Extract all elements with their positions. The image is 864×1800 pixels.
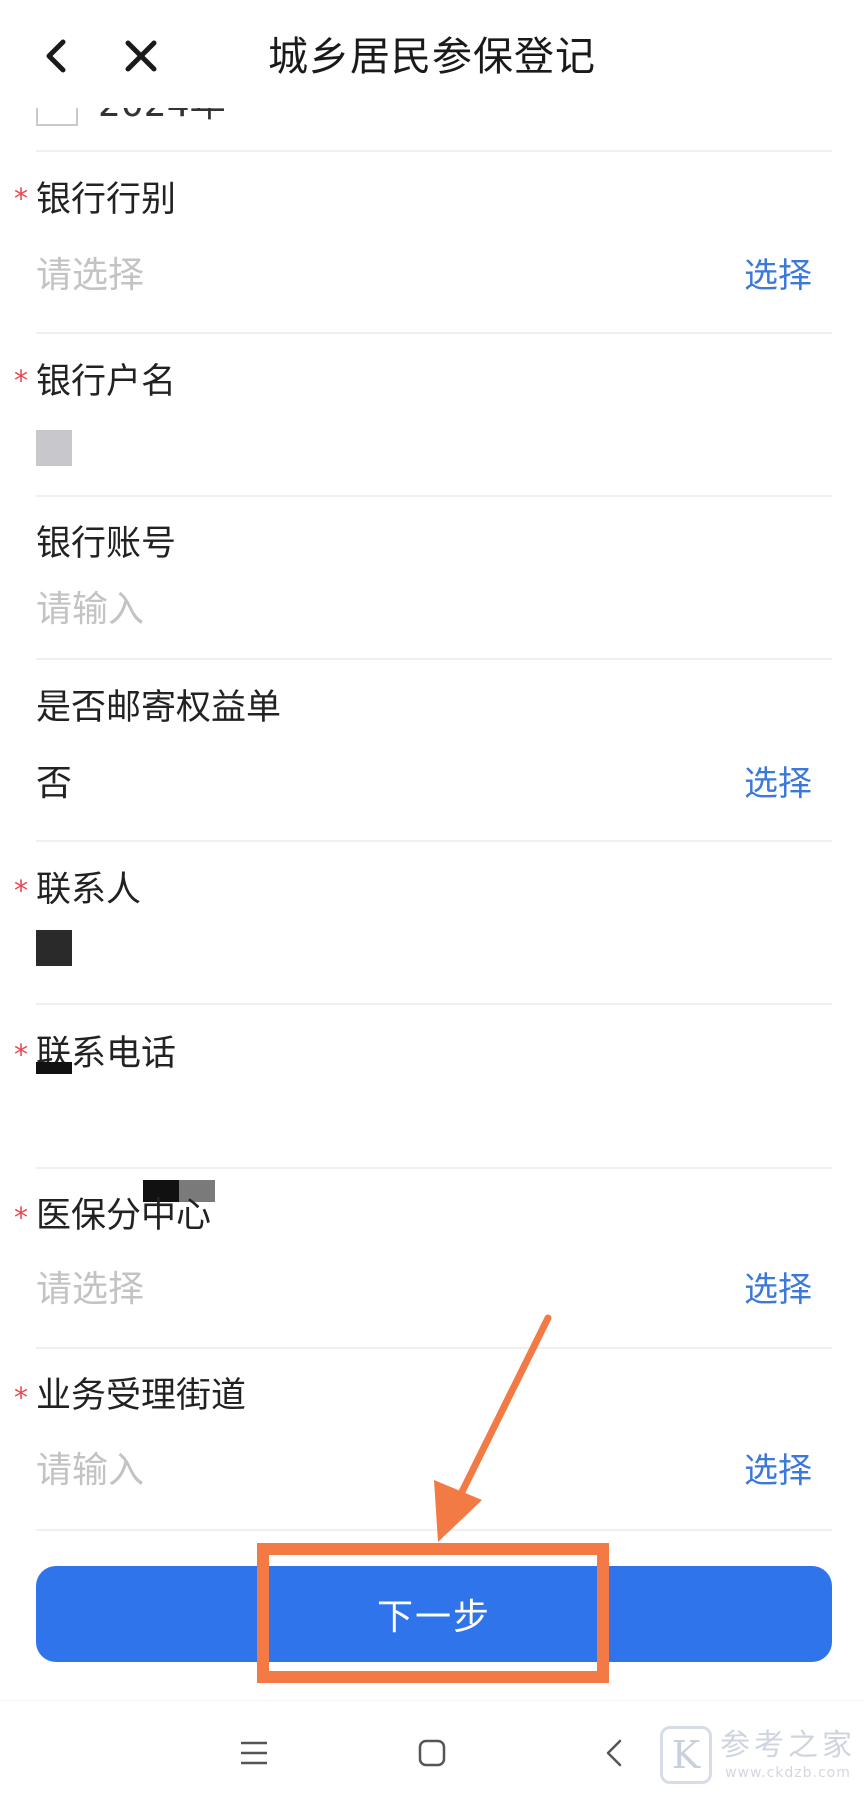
required-mark: * [14, 1381, 28, 1414]
mail-statement-value[interactable]: 否 [36, 760, 72, 808]
account-number-label: 银行账号 [36, 524, 177, 564]
medical-center-field[interactable]: 请选择 [36, 1266, 144, 1314]
menu-icon [241, 1741, 267, 1765]
watermark: K 参考之家 www.ckdzb.com [660, 1722, 856, 1788]
watermark-name: 参考之家 [720, 1728, 856, 1763]
required-mark: * [14, 364, 28, 397]
divider [36, 1347, 832, 1349]
account-name-label: 银行户名 [36, 362, 177, 402]
contact-person-masked-value[interactable] [36, 930, 72, 966]
bank-type-select-button[interactable]: 选择 [744, 252, 812, 300]
divider [36, 840, 832, 842]
watermark-logo-icon: K [660, 1726, 712, 1784]
annotation-arrow-icon [434, 1314, 552, 1542]
divider [36, 495, 832, 497]
street-input[interactable]: 请输入 [36, 1447, 144, 1495]
bank-type-label: 银行行别 [36, 180, 177, 220]
mail-statement-select-button[interactable]: 选择 [744, 760, 812, 808]
required-mark: * [14, 182, 28, 215]
required-mark: * [14, 1201, 28, 1234]
required-mark: * [14, 1038, 28, 1071]
divider [36, 150, 832, 152]
app-header: 城乡居民参保登记 [0, 0, 864, 108]
mail-statement-label: 是否邮寄权益单 [36, 688, 282, 728]
medical-center-select-button[interactable]: 选择 [744, 1266, 812, 1314]
next-step-label: 下一步 [376, 1597, 491, 1638]
watermark-text: 参考之家 www.ckdzb.com [720, 1728, 856, 1782]
street-select-button[interactable]: 选择 [744, 1447, 812, 1495]
menu-nav-button[interactable] [230, 1729, 278, 1777]
contact-person-label: 联系人 [36, 870, 142, 910]
divider [36, 1003, 832, 1005]
contact-phone-masked-value[interactable] [36, 1062, 72, 1074]
account-name-masked-value[interactable] [36, 430, 72, 466]
divider [36, 1529, 832, 1531]
divider [36, 658, 832, 660]
page-title: 城乡居民参保登记 [268, 34, 596, 80]
watermark-url: www.ckdzb.com [725, 1765, 851, 1781]
street-label: 业务受理街道 [36, 1376, 247, 1416]
home-nav-button[interactable] [408, 1729, 456, 1777]
medical-center-label: 医保分中心 [36, 1196, 212, 1236]
back-nav-button[interactable] [590, 1729, 638, 1777]
home-square-icon [418, 1739, 446, 1767]
next-step-button[interactable]: 下一步 [36, 1566, 832, 1662]
divider [36, 332, 832, 334]
bank-type-field[interactable]: 请选择 [36, 252, 144, 300]
chevron-left-icon [606, 1739, 622, 1767]
divider [36, 1167, 832, 1169]
required-mark: * [14, 874, 28, 907]
account-number-input[interactable]: 请输入 [36, 586, 144, 634]
